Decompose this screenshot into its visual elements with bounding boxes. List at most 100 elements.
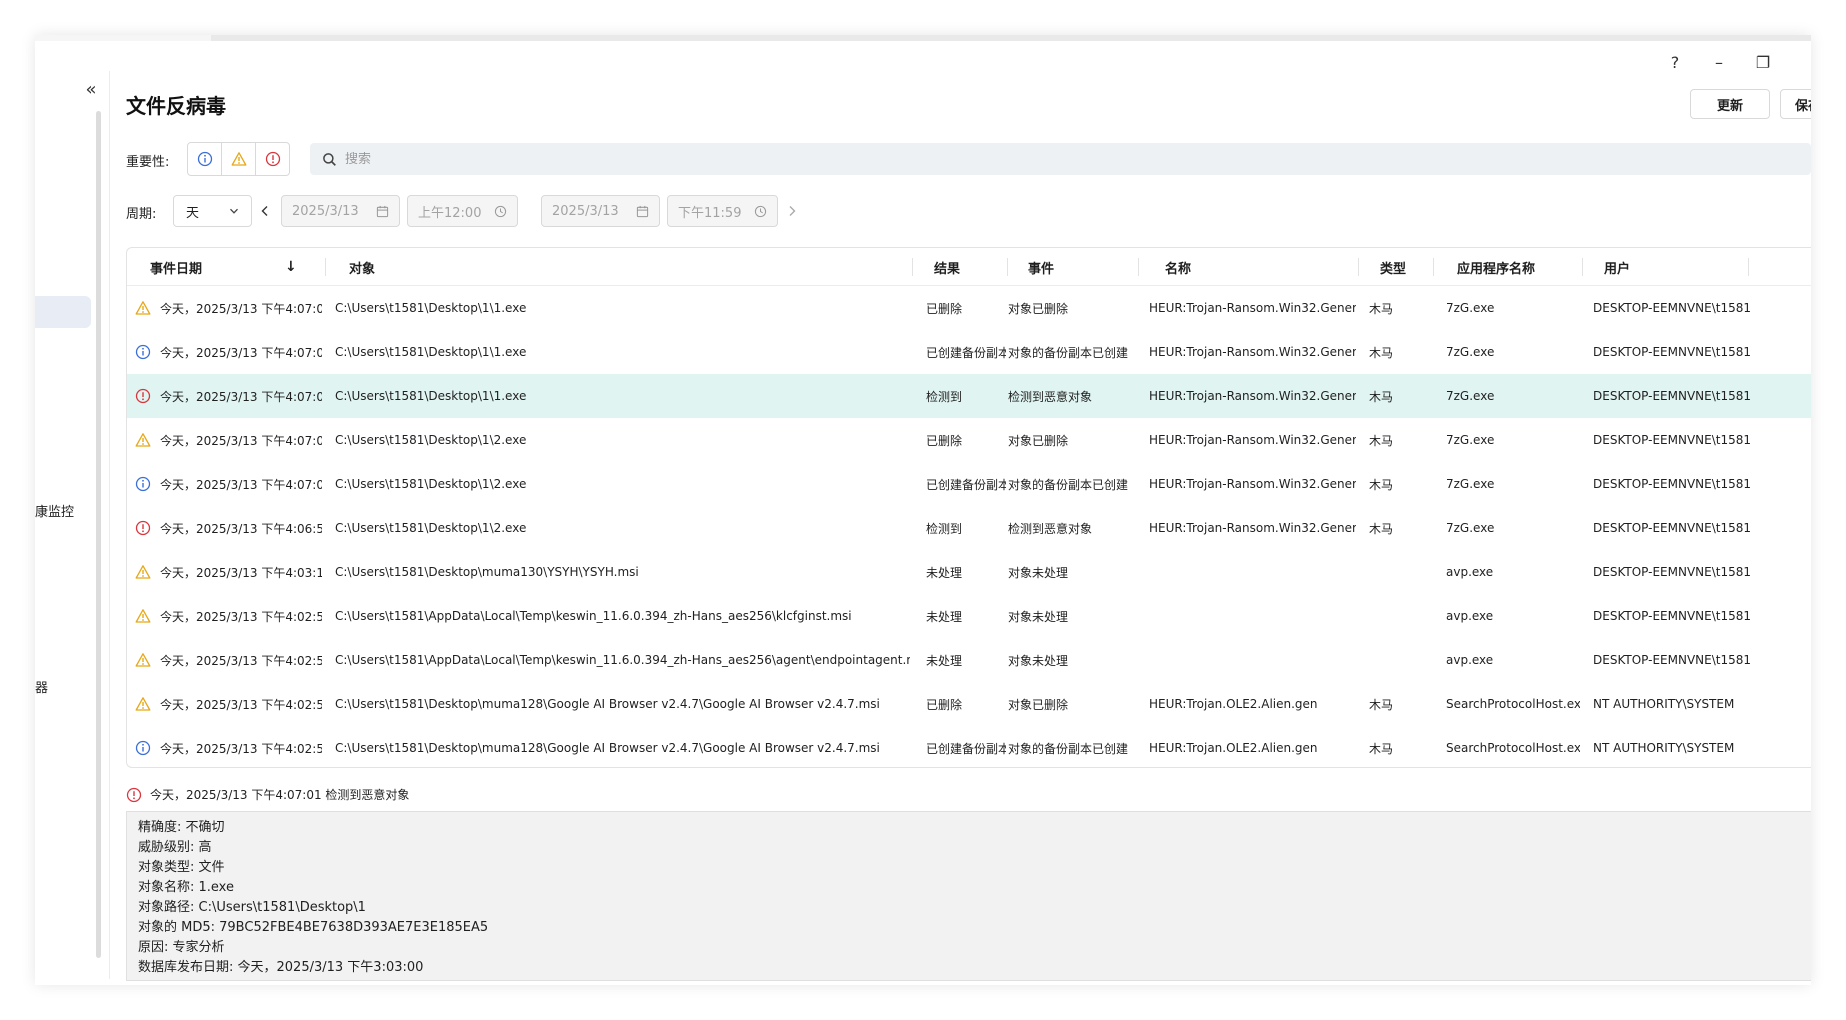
previous-period-button[interactable] [257, 195, 273, 227]
column-header-object[interactable]: 对象 [349, 248, 375, 286]
cell-name [1149, 594, 1356, 638]
sidebar-item-health-monitor[interactable]: 康监控 [35, 501, 74, 520]
column-header-type[interactable]: 类型 [1380, 248, 1406, 286]
end-time-field[interactable]: 下午11:59 [667, 195, 778, 227]
table-row[interactable]: 今天，2025/3/13 下午4:07:01 C:\Users\t1581\Des… [127, 418, 1811, 462]
cell-name: HEUR:Trojan-Ransom.Win32.Generic [1149, 477, 1356, 491]
info-icon [135, 344, 151, 360]
cell-name: HEUR:Trojan-Ransom.Win32.Generic [1149, 301, 1356, 315]
cell-type: 木马 [1369, 477, 1394, 492]
column-header-app[interactable]: 应用程序名称 [1457, 248, 1535, 286]
warning-icon [135, 652, 151, 668]
main-content: 文件反病毒 更新 保存报告 重要性: 周期: 天 [126, 41, 1811, 985]
cell-name: HEUR:Trojan-Ransom.Win32.Generic [1149, 345, 1356, 359]
severity-critical-toggle[interactable] [255, 142, 290, 176]
clock-icon [494, 205, 507, 218]
detail-line: 对象路径: C:\Users\t1581\Desktop\1 [138, 900, 366, 915]
cell-object: C:\Users\t1581\Desktop\muma130\YSYH\YSYH… [335, 565, 639, 579]
sort-desc-icon[interactable]: ↓ [285, 248, 297, 286]
info-icon [135, 476, 151, 492]
detail-line: 对象的 MD5: 79BC52FBE4BE7638D393AE7E3E185EA… [138, 920, 489, 935]
cell-date: 今天，2025/3/13 下午4:02:59 [160, 609, 322, 624]
severity-filter [187, 142, 290, 176]
cell-object: C:\Users\t1581\Desktop\muma128\Google AI… [335, 741, 880, 755]
search-input[interactable] [345, 151, 945, 167]
table-row[interactable]: 今天，2025/3/13 下午4:02:59 C:\Users\t1581\App… [127, 594, 1811, 638]
severity-warning-toggle[interactable] [221, 142, 256, 176]
detail-panel: 精确度: 不确切 威胁级别: 高 对象类型: 文件 对象名称: 1.exe 对象… [126, 811, 1811, 981]
cell-date: 今天，2025/3/13 下午4:07:01 [160, 345, 322, 360]
cell-date: 今天，2025/3/13 下午4:07:01 [160, 301, 322, 316]
end-date-field[interactable]: 2025/3/13 [541, 195, 660, 227]
chevron-down-icon [230, 208, 238, 214]
warning-icon [135, 564, 151, 580]
cell-object: C:\Users\t1581\AppData\Local\Temp\keswin… [335, 653, 910, 667]
sidebar-item-device[interactable]: 器 [35, 677, 48, 696]
column-header-date[interactable]: 事件日期 [150, 248, 202, 286]
sidebar-scrollbar[interactable] [96, 111, 101, 958]
detail-header-text: 今天，2025/3/13 下午4:07:01 检测到恶意对象 [150, 788, 410, 802]
detail-line: 数据库发布日期: 今天，2025/3/13 下午3:03:00 [138, 960, 424, 975]
cell-event: 对象已删除 [1008, 301, 1069, 316]
severity-label: 重要性: [126, 155, 170, 170]
table-row[interactable]: 今天，2025/3/13 下午4:07:01 C:\Users\t1581\Des… [127, 462, 1811, 506]
table-row[interactable]: 今天，2025/3/13 下午4:07:01 C:\Users\t1581\Des… [127, 374, 1811, 418]
cell-date: 今天，2025/3/13 下午4:02:54 [160, 697, 322, 712]
table-row[interactable]: 今天，2025/3/13 下午4:02:54 C:\Users\t1581\Des… [127, 682, 1811, 726]
table-row[interactable]: 今天，2025/3/13 下午4:03:11 C:\Users\t1581\Des… [127, 550, 1811, 594]
cell-event: 对象已删除 [1008, 433, 1069, 448]
cell-type: 木马 [1369, 389, 1394, 404]
start-date-field[interactable]: 2025/3/13 [281, 195, 400, 227]
cell-event: 检测到恶意对象 [1008, 389, 1093, 404]
sidebar-collapse-button[interactable]: « [79, 77, 103, 101]
cell-name [1149, 638, 1356, 682]
search-box[interactable] [310, 143, 1811, 175]
warning-icon [135, 432, 151, 448]
table-row[interactable]: 今天，2025/3/13 下午4:02:54 C:\Users\t1581\Des… [127, 726, 1811, 767]
severity-info-toggle[interactable] [187, 142, 222, 176]
cell-result: 未处理 [926, 609, 963, 624]
table-row[interactable]: 今天，2025/3/13 下午4:06:54 C:\Users\t1581\Des… [127, 506, 1811, 550]
app-window: ? – ❐ « 康监控 器 文件反病毒 更新 保存报告 重要性: [35, 35, 1811, 985]
next-period-button[interactable] [784, 195, 800, 227]
column-header-user[interactable]: 用户 [1604, 248, 1630, 286]
detail-line: 对象类型: 文件 [138, 860, 225, 875]
cell-object: C:\Users\t1581\Desktop\muma128\Google AI… [335, 697, 880, 711]
end-date-value: 2025/3/13 [552, 203, 619, 219]
period-value: 天 [186, 205, 200, 221]
critical-icon [126, 787, 142, 803]
save-report-button[interactable]: 保存报告 [1780, 89, 1811, 119]
table-row[interactable]: 今天，2025/3/13 下午4:07:01 C:\Users\t1581\Des… [127, 286, 1811, 330]
cell-date: 今天，2025/3/13 下午4:02:54 [160, 741, 322, 756]
start-time-field[interactable]: 上午12:00 [407, 195, 518, 227]
cell-name: HEUR:Trojan-Ransom.Win32.Generic [1149, 521, 1356, 535]
column-header-name[interactable]: 名称 [1165, 248, 1191, 286]
cell-event: 对象未处理 [1008, 609, 1069, 624]
info-icon [197, 151, 212, 167]
cell-user: DESKTOP-EEMNVNE\t1581 [1593, 477, 1752, 491]
column-header-result[interactable]: 结果 [934, 248, 960, 286]
detail-line: 威胁级别: 高 [138, 840, 212, 855]
cell-object: C:\Users\t1581\Desktop\1\2.exe [335, 477, 527, 491]
clock-icon [754, 205, 767, 218]
chevron-left-icon [261, 206, 268, 216]
cell-date: 今天，2025/3/13 下午4:06:54 [160, 521, 322, 536]
table-header: 事件日期 ↓ 对象 结果 事件 名称 类型 应用程序名称 用户 [127, 248, 1811, 286]
critical-icon [135, 388, 151, 404]
cell-user: DESKTOP-EEMNVNE\t1581 [1593, 301, 1752, 315]
table-row[interactable]: 今天，2025/3/13 下午4:02:59 C:\Users\t1581\App… [127, 638, 1811, 682]
cell-user: DESKTOP-EEMNVNE\t1581 [1593, 609, 1752, 623]
calendar-icon [376, 205, 389, 218]
table-row[interactable]: 今天，2025/3/13 下午4:07:01 C:\Users\t1581\Des… [127, 330, 1811, 374]
sidebar: « 康监控 器 [35, 41, 110, 985]
cell-event: 对象的备份副本已创建 [1008, 345, 1129, 360]
cell-name: HEUR:Trojan-Ransom.Win32.Generic [1149, 433, 1356, 447]
update-button[interactable]: 更新 [1690, 89, 1770, 119]
cell-type: 木马 [1369, 433, 1394, 448]
period-select[interactable]: 天 [173, 195, 252, 227]
cell-result: 已创建备份副本 [926, 477, 1006, 492]
cell-event: 对象的备份副本已创建 [1008, 477, 1129, 492]
column-header-event[interactable]: 事件 [1028, 248, 1054, 286]
cell-user: DESKTOP-EEMNVNE\t1581 [1593, 653, 1752, 667]
sidebar-item-active[interactable] [35, 296, 91, 328]
